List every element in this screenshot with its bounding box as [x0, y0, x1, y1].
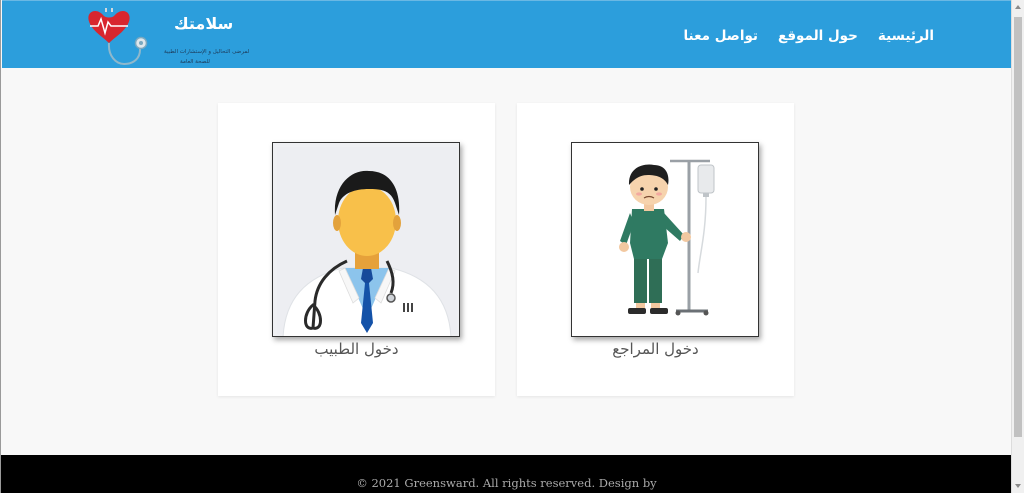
nav-contact[interactable]: تواصل معنا: [683, 28, 758, 44]
page: سلامتك لمرضى التحاليل و الإستشارات الطبي…: [0, 0, 1012, 493]
patient-login-label[interactable]: دخول المراجع: [517, 340, 794, 358]
scroll-up-icon[interactable]: [1015, 5, 1021, 9]
stethoscope-heart-icon: [88, 8, 148, 66]
footer: © 2021 Greensward. All rights reserved. …: [1, 455, 1012, 493]
footer-copyright: © 2021 Greensward. All rights reserved. …: [356, 476, 657, 490]
doctor-image[interactable]: [272, 142, 460, 337]
top-navbar: سلامتك لمرضى التحاليل و الإستشارات الطبي…: [2, 0, 1012, 68]
brand-subtitle: لمرضى التحاليل و الإستشارات الطبية: [164, 49, 250, 55]
vertical-scrollbar[interactable]: [1011, 0, 1024, 493]
doctor-login-card[interactable]: دخول الطبيب: [218, 103, 495, 396]
brand-title: سلامتك: [174, 14, 234, 33]
scroll-down-icon[interactable]: [1015, 484, 1021, 488]
nav-about[interactable]: حول الموقع: [778, 28, 858, 44]
patient-iv-icon: [572, 143, 758, 336]
brand-subtitle-2: للصحة العامة: [180, 59, 210, 65]
doctor-login-label[interactable]: دخول الطبيب: [218, 340, 495, 358]
main-nav: الرئيسية حول الموقع تواصل معنا: [683, 28, 934, 44]
patient-login-card[interactable]: دخول المراجع: [517, 103, 794, 396]
nav-home[interactable]: الرئيسية: [878, 28, 934, 44]
site-logo[interactable]: سلامتك لمرضى التحاليل و الإستشارات الطبي…: [84, 6, 249, 68]
scroll-thumb[interactable]: [1014, 17, 1022, 437]
doctor-icon: [273, 143, 459, 336]
patient-image[interactable]: [571, 142, 759, 337]
